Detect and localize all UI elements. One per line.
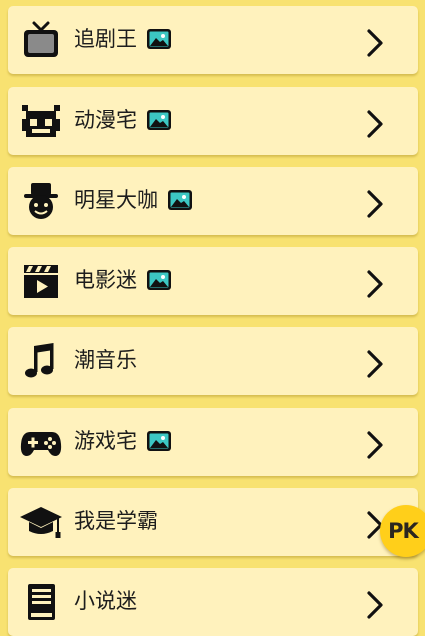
category-item-movie[interactable]: 电影迷 <box>8 247 418 315</box>
photo-badge-icon <box>147 431 171 451</box>
photo-badge-icon <box>147 29 171 49</box>
graduation-cap-icon <box>20 502 62 542</box>
category-label: 电影迷 <box>74 268 137 292</box>
category-item-game[interactable]: 游戏宅 <box>8 408 418 476</box>
category-label: 追剧王 <box>74 27 137 51</box>
tv-icon <box>20 20 62 60</box>
hat-person-icon <box>20 181 62 221</box>
category-item-music[interactable]: 潮音乐 <box>8 327 418 395</box>
chevron-right-icon <box>364 430 386 460</box>
pixel-robot-icon <box>20 101 62 141</box>
category-label: 小说迷 <box>74 589 137 613</box>
category-item-anime[interactable]: 动漫宅 <box>8 87 418 155</box>
gamepad-icon <box>20 422 62 462</box>
music-note-icon <box>20 341 62 381</box>
clapperboard-icon <box>20 261 62 301</box>
chevron-right-icon <box>364 349 386 379</box>
category-label: 潮音乐 <box>74 348 137 372</box>
book-icon <box>20 582 62 622</box>
chevron-right-icon <box>364 189 386 219</box>
chevron-right-icon <box>364 269 386 299</box>
photo-badge-icon <box>147 110 171 130</box>
chevron-right-icon <box>364 109 386 139</box>
category-item-novel[interactable]: 小说迷 <box>8 568 418 636</box>
category-label: 动漫宅 <box>74 108 137 132</box>
photo-badge-icon <box>168 190 192 210</box>
category-item-scholar[interactable]: 我是学霸 <box>8 488 418 556</box>
category-item-celebrity[interactable]: 明星大咖 <box>8 167 418 235</box>
category-label: 我是学霸 <box>74 509 158 533</box>
chevron-right-icon <box>364 28 386 58</box>
chevron-right-icon <box>364 590 386 620</box>
category-label: 明星大咖 <box>74 188 158 212</box>
pk-label: PK <box>388 519 419 543</box>
category-item-drama[interactable]: 追剧王 <box>8 6 418 74</box>
category-label: 游戏宅 <box>74 429 137 453</box>
pk-button[interactable]: PK <box>380 505 425 557</box>
photo-badge-icon <box>147 270 171 290</box>
